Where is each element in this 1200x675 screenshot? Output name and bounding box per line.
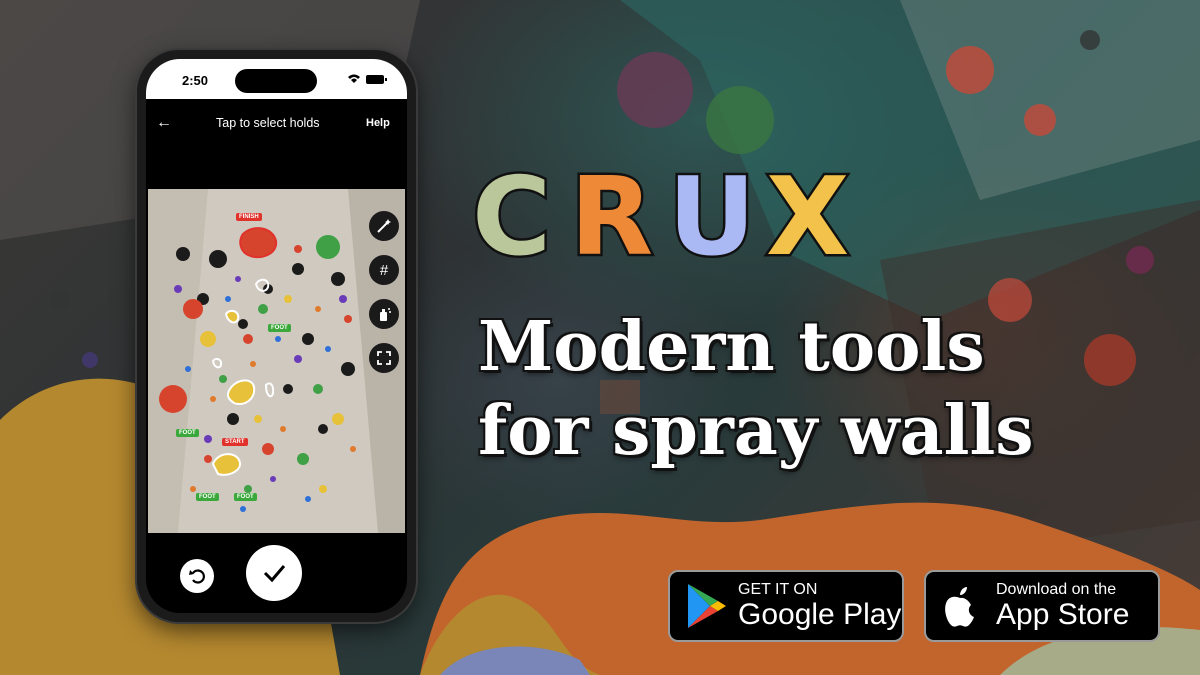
logo-letter-x: X: [763, 155, 852, 280]
confirm-button[interactable]: [246, 545, 302, 601]
foot-tag: FOOT: [176, 429, 199, 437]
climbing-holds: [148, 189, 405, 533]
foot-tag: FOOT: [268, 324, 291, 332]
tagline-line-2: for spray walls: [478, 391, 1034, 471]
logo-letter-u: U: [666, 155, 759, 280]
tagline: Modern tools for spray walls: [478, 305, 1168, 473]
google-play-small-text: GET IT ON: [738, 581, 818, 598]
phone-mockup: 2:50 ← Tap to select holds Help FINISH S…: [137, 50, 416, 622]
phone-screen: 2:50 ← Tap to select holds Help FINISH S…: [146, 59, 407, 613]
google-play-icon: [688, 584, 726, 628]
checkmark-icon: [263, 565, 286, 583]
app-store-big-text: App Store: [996, 598, 1130, 631]
logo-letter-r: R: [567, 155, 656, 280]
undo-icon: [189, 569, 205, 584]
spray-icon: [380, 308, 391, 321]
magic-wand-icon: [377, 219, 391, 233]
fullscreen-tool[interactable]: [369, 343, 399, 373]
tagline-line-1: Modern tools: [478, 307, 985, 387]
status-bar: 2:50: [146, 59, 407, 99]
number-tool[interactable]: #: [369, 255, 399, 285]
magic-wand-tool[interactable]: [369, 211, 399, 241]
apple-icon: [945, 587, 974, 627]
wifi-battery-icon: [348, 74, 387, 84]
spray-tool[interactable]: [369, 299, 399, 329]
dynamic-island: [235, 69, 317, 93]
logo-letter-c: C: [469, 155, 554, 280]
spray-wall-photo[interactable]: FINISH START FOOT FOOT FOOT FOOT #: [148, 189, 405, 533]
google-play-badge[interactable]: GET IT ON Google Play: [668, 570, 904, 642]
nav-title: Tap to select holds: [216, 116, 320, 130]
start-tag: START: [222, 438, 248, 446]
hash-icon: #: [379, 261, 389, 279]
crux-logo: C R U X: [469, 155, 892, 280]
google-play-big-text: Google Play: [738, 598, 902, 631]
app-store-small-text: Download on the: [996, 581, 1117, 598]
back-arrow-icon[interactable]: ←: [156, 114, 172, 132]
foot-tag: FOOT: [234, 493, 257, 501]
foot-tag: FOOT: [196, 493, 219, 501]
help-link[interactable]: Help: [366, 117, 390, 129]
app-store-badge[interactable]: Download on the App Store: [924, 570, 1160, 642]
nav-bar: ← Tap to select holds Help: [146, 99, 407, 149]
undo-button[interactable]: [180, 559, 214, 593]
finish-tag: FINISH: [236, 213, 262, 221]
fullscreen-icon: [377, 351, 391, 365]
status-time: 2:50: [182, 73, 209, 88]
